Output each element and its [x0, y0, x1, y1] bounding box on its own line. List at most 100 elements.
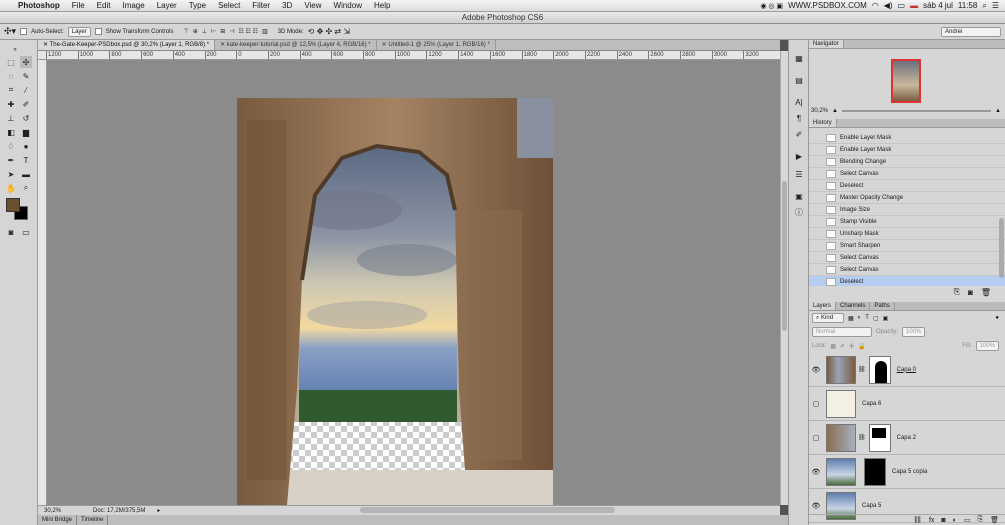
- navigator-zoom[interactable]: 30,2%: [811, 108, 828, 114]
- history-item[interactable]: Deselect: [809, 180, 1005, 192]
- tab-untitled[interactable]: ✕ Untitled-1 @ 25% (Layer 1, RGB/16) *: [377, 40, 496, 50]
- zoom-slider[interactable]: [841, 110, 992, 112]
- menu-extra-icon[interactable]: ◉ ◎ ▣: [760, 2, 783, 10]
- marquee-tool-icon[interactable]: ⬚: [5, 56, 17, 68]
- lock-pixels-icon[interactable]: ✐: [840, 343, 845, 350]
- trash-icon[interactable]: 🗑: [981, 288, 991, 297]
- play-icon[interactable]: ▶: [793, 150, 805, 162]
- menu-edit[interactable]: Edit: [91, 1, 117, 10]
- tab-history[interactable]: History: [809, 119, 837, 127]
- collapse-icon[interactable]: »: [9, 44, 21, 56]
- history-item[interactable]: Smart Sharpen: [809, 240, 1005, 252]
- lock-position-icon[interactable]: ✣: [849, 343, 854, 350]
- menu-help[interactable]: Help: [368, 1, 396, 10]
- new-layer-icon[interactable]: ⎘: [978, 516, 984, 524]
- layer-name[interactable]: Capa 6: [862, 401, 881, 407]
- lock-all-icon[interactable]: 🔒: [858, 343, 865, 350]
- history-item[interactable]: Select Canvas: [809, 168, 1005, 180]
- menu-image[interactable]: Image: [116, 1, 150, 10]
- time-label[interactable]: 11:58: [958, 1, 977, 10]
- dodge-tool-icon[interactable]: ●: [20, 140, 32, 152]
- screen-mode-icon[interactable]: ▭: [20, 226, 32, 238]
- new-group-icon[interactable]: ▭: [964, 516, 971, 524]
- align-top-icon[interactable]: ⊤: [183, 28, 188, 35]
- layer-row[interactable]: ▢ ⛓ Capa 2: [809, 421, 1005, 455]
- tab-timeline[interactable]: Timeline: [77, 515, 109, 525]
- history-item[interactable]: Blending Change: [809, 156, 1005, 168]
- path-select-icon[interactable]: ➤: [5, 168, 17, 180]
- move-tool-button-icon[interactable]: ✣: [20, 56, 32, 68]
- layer-mask-thumbnail[interactable]: [864, 457, 886, 486]
- tab-navigator[interactable]: Navigator: [809, 40, 844, 48]
- menu-3d[interactable]: 3D: [276, 1, 298, 10]
- mode-3d-icons[interactable]: ⟲ ✥ ✣ ⇄ ⇲: [308, 27, 350, 36]
- auto-select-dropdown[interactable]: Layer: [67, 26, 91, 37]
- history-item[interactable]: Enable Layer Mask: [809, 144, 1005, 156]
- gradient-tool-icon[interactable]: ▆: [20, 126, 32, 138]
- auto-select-checkbox[interactable]: [20, 28, 28, 35]
- smart-filter-icon[interactable]: ▣: [883, 315, 889, 322]
- character-panel-icon[interactable]: A|: [793, 96, 805, 108]
- align-left-icon[interactable]: ⊢: [211, 28, 216, 35]
- zoom-out-icon[interactable]: ▲: [832, 108, 838, 114]
- menu-layer[interactable]: Layer: [151, 1, 183, 10]
- type-filter-icon[interactable]: T: [865, 315, 869, 321]
- layer-mask-thumbnail[interactable]: [868, 423, 891, 452]
- quick-mask-icon[interactable]: ◙: [5, 226, 17, 238]
- tab-kate-keeper[interactable]: ✕ kate-keeper-tutorial.psd @ 12,5% (Laye…: [215, 40, 377, 50]
- new-document-from-state-icon[interactable]: ⎘: [954, 287, 960, 297]
- blur-tool-icon[interactable]: ♢: [5, 140, 17, 152]
- link-icon[interactable]: ⛓: [858, 434, 866, 441]
- brush-panel-icon[interactable]: ✐: [793, 128, 805, 140]
- layer-name[interactable]: Capa 0: [897, 367, 916, 373]
- align-center-icon[interactable]: ⊞: [220, 28, 225, 35]
- shape-filter-icon[interactable]: ▢: [873, 315, 879, 322]
- filter-toggle-icon[interactable]: ●: [995, 315, 999, 321]
- date-label[interactable]: sáb 4 jul: [923, 1, 953, 10]
- tab-paths[interactable]: Paths: [870, 302, 895, 310]
- actions-panel-icon[interactable]: ▤: [793, 74, 805, 86]
- history-item[interactable]: Master Opacity Change: [809, 192, 1005, 204]
- auto-align-icon[interactable]: ▥: [262, 28, 268, 35]
- history-item[interactable]: Select Canvas: [809, 252, 1005, 264]
- stamp-tool-icon[interactable]: ⊥: [5, 112, 17, 124]
- horizontal-scroll-thumb[interactable]: [360, 507, 615, 513]
- healing-tool-icon[interactable]: ✚: [5, 98, 17, 110]
- paragraph-panel-icon[interactable]: ¶: [793, 112, 805, 124]
- show-transform-checkbox[interactable]: [94, 28, 102, 35]
- adjustment-layer-icon[interactable]: ◐: [953, 517, 957, 524]
- fx-icon[interactable]: fx: [929, 517, 934, 524]
- adjustments-icon[interactable]: ☰: [793, 168, 805, 180]
- align-right-icon[interactable]: ⊣: [229, 28, 234, 35]
- tab-channels[interactable]: Channels: [836, 302, 871, 310]
- eye-icon[interactable]: 👁: [809, 366, 823, 374]
- lasso-tool-icon[interactable]: ◌: [5, 70, 17, 82]
- styles-panel-icon[interactable]: ▣: [793, 190, 805, 202]
- status-menu-icon[interactable]: ▸: [157, 507, 160, 514]
- adjustment-filter-icon[interactable]: ◐: [858, 315, 862, 321]
- visibility-toggle[interactable]: ▢: [809, 400, 823, 408]
- kind-filter-dropdown[interactable]: ⌕ Kind: [812, 313, 844, 323]
- delete-layer-icon[interactable]: 🗑: [990, 516, 999, 524]
- align-bottom-icon[interactable]: ⊥: [202, 28, 207, 35]
- list-icon[interactable]: ☰: [992, 1, 999, 10]
- distribute-icon[interactable]: ☷ ☷ ☷: [238, 28, 257, 35]
- menu-view[interactable]: View: [298, 1, 327, 10]
- document-image[interactable]: [47, 60, 780, 505]
- history-item[interactable]: Unsharp Mask: [809, 228, 1005, 240]
- add-mask-icon[interactable]: ◙: [941, 517, 945, 524]
- zoom-level[interactable]: 30,2%: [44, 508, 61, 514]
- history-item[interactable]: Enable Layer Mask: [809, 132, 1005, 144]
- menu-window[interactable]: Window: [328, 1, 368, 10]
- workspace-dropdown[interactable]: Andrei: [941, 26, 1001, 37]
- move-tool-icon[interactable]: ✣▾: [4, 26, 16, 37]
- search-icon[interactable]: ⌕: [982, 1, 986, 11]
- lock-transparent-icon[interactable]: ▦: [830, 343, 836, 350]
- layer-name[interactable]: Capa 2: [897, 435, 916, 441]
- zoom-tool-icon[interactable]: ⌕: [20, 182, 32, 194]
- eraser-tool-icon[interactable]: ◧: [5, 126, 17, 138]
- shape-tool-icon[interactable]: ▬: [20, 168, 32, 180]
- layer-name[interactable]: Capa 5: [862, 503, 881, 509]
- history-item[interactable]: Stamp Visible: [809, 216, 1005, 228]
- wifi-icon[interactable]: ◠: [872, 1, 879, 10]
